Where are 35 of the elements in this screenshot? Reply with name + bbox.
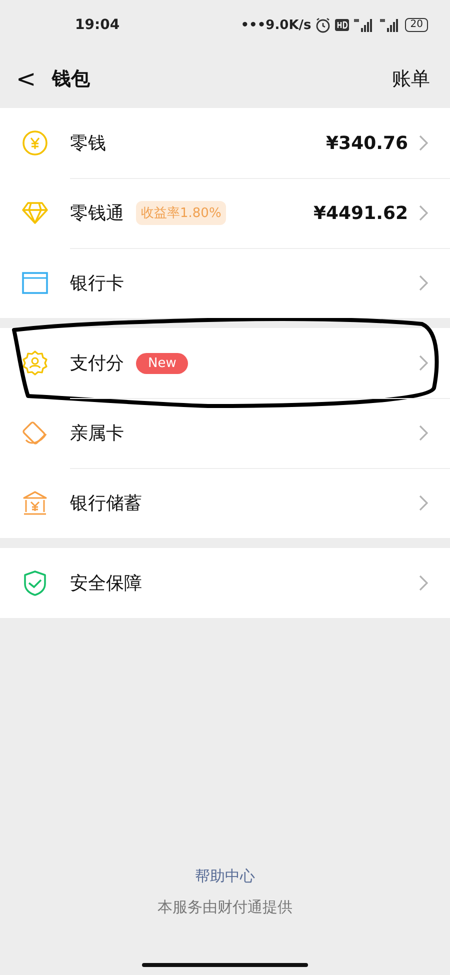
badge-person-icon: [22, 350, 48, 376]
network-speed: •••9.0K/s: [240, 18, 312, 32]
chevron-right-icon: [418, 205, 428, 221]
diamond-icon: [22, 201, 48, 225]
menu-item-label[interactable]: 银行卡: [70, 271, 124, 295]
help-center-link[interactable]: 帮助中心: [195, 867, 255, 886]
bank-icon: [22, 490, 48, 516]
yuan-coin-icon: [22, 130, 48, 156]
menu-item-label[interactable]: 零钱: [70, 131, 106, 155]
hd-icon: [335, 19, 350, 31]
tilted-card-icon: [22, 420, 48, 446]
menu-item-label[interactable]: 安全保障: [70, 571, 142, 595]
rate-tag: 收益率1.80%: [136, 201, 226, 225]
new-badge: New: [136, 352, 188, 374]
chevron-right-icon: [418, 135, 428, 151]
chevron-right-icon: [418, 355, 428, 371]
chevron-right-icon: [418, 275, 428, 291]
chevron-right-icon: [418, 495, 428, 511]
balance-amount: ¥4491.62: [313, 202, 408, 224]
back-button[interactable]: <: [16, 65, 36, 93]
menu-item-label[interactable]: 亲属卡: [70, 421, 124, 445]
provider-note: 本服务由财付通提供: [158, 898, 292, 917]
page-title: 钱包: [52, 67, 90, 92]
card-icon: [22, 272, 48, 294]
shield-check-icon: [23, 570, 47, 596]
clock: 19:04: [75, 17, 120, 33]
chevron-right-icon: [418, 575, 428, 591]
menu-item-label[interactable]: 零钱通: [70, 201, 124, 225]
chevron-right-icon: [418, 425, 428, 441]
menu-item-label[interactable]: 支付分: [70, 351, 124, 375]
bill-button[interactable]: 账单: [392, 66, 430, 92]
alarm-icon: [315, 17, 332, 33]
battery-level: 20: [405, 18, 428, 32]
balance-amount: ¥340.76: [326, 132, 408, 154]
menu-item-label[interactable]: 银行储蓄: [70, 491, 142, 515]
